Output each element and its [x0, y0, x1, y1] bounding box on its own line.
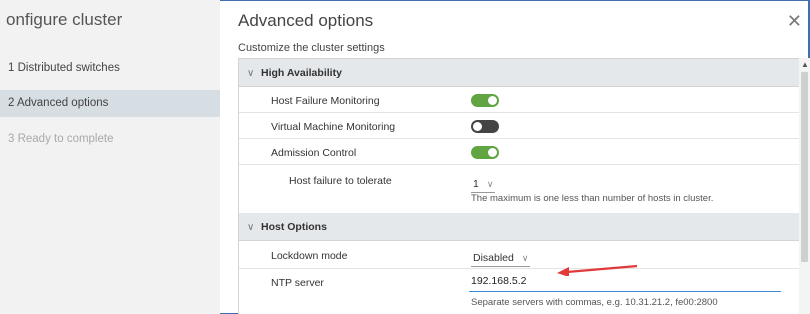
host-failure-monitoring-label: Host Failure Monitoring — [271, 95, 380, 107]
chevron-down-icon: ∨ — [247, 222, 255, 233]
section-host-options[interactable]: ∨ Host Options — [239, 213, 799, 241]
settings-row: Lockdown mode Disabled ∨ — [239, 241, 799, 269]
toggle-knob — [488, 96, 497, 105]
step-distributed-switches[interactable]: 1 Distributed switches — [0, 55, 220, 82]
step-ready-to-complete: 3 Ready to complete — [8, 133, 114, 145]
host-failures-label: Host failure to tolerate — [289, 175, 392, 187]
vm-monitoring-toggle[interactable] — [471, 120, 499, 133]
page-subtitle: Customize the cluster settings — [238, 42, 385, 54]
toggle-knob — [488, 148, 497, 157]
settings-row: Virtual Machine Monitoring — [239, 113, 799, 139]
host-failure-monitoring-toggle[interactable] — [471, 94, 499, 107]
chevron-down-icon: ∨ — [247, 68, 255, 79]
toggle-knob — [473, 122, 482, 131]
section-title: Host Options — [261, 221, 327, 233]
admission-control-label: Admission Control — [271, 147, 357, 159]
scroll-up-icon[interactable]: ▲ — [801, 60, 809, 69]
close-icon[interactable]: ✕ — [787, 12, 802, 30]
lockdown-mode-label: Lockdown mode — [271, 250, 348, 262]
settings-row: Host failure to tolerate 1 ∨ The maximum … — [239, 165, 799, 213]
chevron-down-icon: ∨ — [521, 253, 529, 263]
lockdown-mode-select[interactable]: Disabled ∨ — [471, 248, 531, 267]
vm-monitoring-label: Virtual Machine Monitoring — [271, 121, 396, 133]
host-failures-select[interactable]: 1 ∨ — [471, 174, 496, 193]
settings-row: NTP server Separate servers with commas,… — [239, 269, 799, 314]
annotation-arrow-icon — [557, 264, 638, 276]
settings-row: Admission Control — [239, 139, 799, 165]
step-advanced-options[interactable]: 2 Advanced options — [0, 90, 220, 117]
admission-control-toggle[interactable] — [471, 146, 499, 159]
page-title: Advanced options — [238, 11, 374, 30]
settings-scrollbar[interactable]: ▲ — [799, 58, 810, 314]
ntp-server-hint: Separate servers with commas, e.g. 10.31… — [471, 297, 718, 308]
section-title: High Availability — [261, 67, 342, 79]
lockdown-mode-value: Disabled — [473, 252, 514, 264]
main-panel: Advanced options ✕ Customize the cluster… — [220, 0, 810, 314]
wizard-sidebar: onfigure cluster 1 Distributed switches … — [0, 0, 220, 314]
ntp-server-label: NTP server — [271, 277, 324, 289]
section-high-availability[interactable]: ∨ High Availability — [239, 59, 799, 87]
settings-panel: ∨ High Availability Host Failure Monitori… — [238, 58, 800, 314]
settings-row: Host Failure Monitoring — [239, 87, 799, 113]
wizard-title: onfigure cluster — [6, 10, 123, 29]
chevron-down-icon: ∨ — [486, 179, 494, 189]
host-failures-value: 1 — [473, 178, 479, 190]
host-failures-hint: The maximum is one less than number of h… — [471, 193, 714, 204]
scroll-thumb[interactable] — [801, 72, 808, 262]
